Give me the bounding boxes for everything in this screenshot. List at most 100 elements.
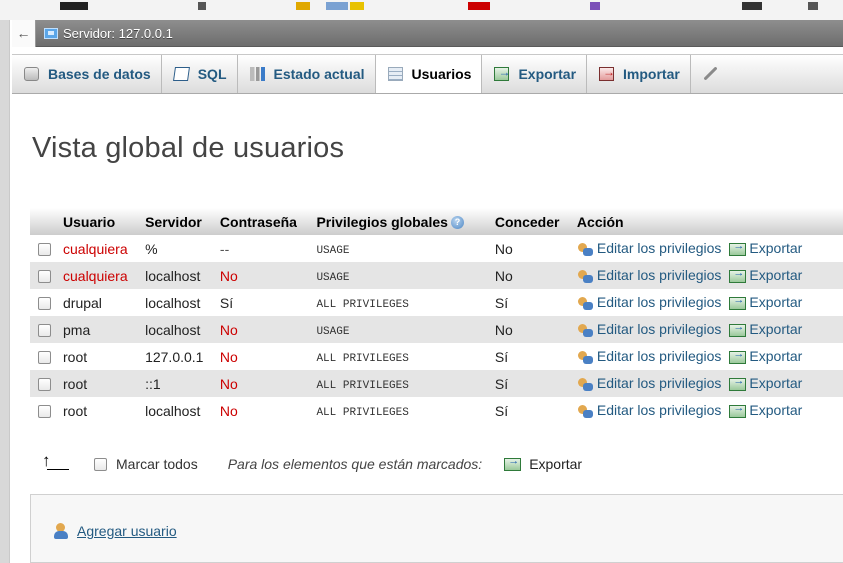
export-icon bbox=[729, 240, 747, 256]
help-icon[interactable]: ? bbox=[450, 216, 464, 230]
row-select-cell bbox=[30, 316, 60, 343]
password-status: Sí bbox=[219, 294, 234, 311]
export-user-link[interactable]: Exportar bbox=[721, 321, 802, 337]
back-arrow-button[interactable]: ← bbox=[12, 19, 36, 47]
password-cell: Sí bbox=[216, 289, 314, 316]
edit-privileges-label: Editar los privilegios bbox=[596, 321, 722, 338]
import-icon bbox=[599, 65, 615, 81]
column-header-label: Privilegios globales bbox=[316, 213, 448, 230]
table-row: cualquiera% -- USAGE No Editar los privilegi… bbox=[30, 235, 843, 262]
user-add-icon bbox=[53, 523, 71, 539]
export-user-link[interactable]: Exportar bbox=[721, 375, 802, 391]
export-user-link[interactable]: Exportar bbox=[721, 348, 802, 364]
bulk-export-button[interactable]: Exportar bbox=[504, 455, 583, 472]
row-checkbox[interactable] bbox=[38, 405, 51, 419]
row-checkbox[interactable] bbox=[38, 324, 51, 338]
user-cell: root bbox=[60, 370, 143, 397]
tab-sql[interactable]: SQL bbox=[162, 55, 238, 93]
column-header-user[interactable]: Usuario bbox=[60, 208, 143, 235]
grant-value: Sí bbox=[494, 348, 509, 365]
user-name: pma bbox=[63, 321, 91, 338]
edit-privileges-label: Editar los privilegios bbox=[596, 348, 722, 365]
export-user-link[interactable]: Exportar bbox=[721, 294, 802, 310]
users-table-body: cualquiera% -- USAGE No Editar los privilegi… bbox=[30, 235, 843, 424]
users-table: Usuario Servidor Contraseña Privilegios … bbox=[30, 208, 843, 424]
action-cell: Editar los privilegios Exportar bbox=[573, 235, 843, 262]
edit-privileges-link[interactable]: Editar los privilegios bbox=[577, 240, 721, 256]
column-header-global-privileges[interactable]: Privilegios globales? bbox=[313, 208, 492, 235]
privileges-cell: ALL PRIVILEGES bbox=[313, 397, 492, 424]
grant-value: No bbox=[494, 240, 513, 257]
row-checkbox[interactable] bbox=[38, 378, 51, 392]
column-header-password[interactable]: Contraseña bbox=[216, 208, 314, 235]
action-cell: Editar los privilegios Exportar bbox=[573, 370, 843, 397]
host-name: localhost bbox=[145, 402, 201, 419]
row-select-cell bbox=[30, 262, 60, 289]
edit-privileges-link[interactable]: Editar los privilegios bbox=[577, 402, 721, 418]
check-all-checkbox[interactable] bbox=[94, 457, 107, 471]
host-cell: % bbox=[142, 235, 217, 262]
tab-export[interactable]: Exportar bbox=[482, 55, 588, 93]
edit-privileges-link[interactable]: Editar los privilegios bbox=[577, 375, 721, 391]
action-cell: Editar los privilegios Exportar bbox=[573, 289, 843, 316]
check-all-label[interactable]: Marcar todos bbox=[116, 456, 198, 472]
tab-label: Bases de datos bbox=[48, 66, 151, 82]
row-select-cell bbox=[30, 370, 60, 397]
grant-value: Sí bbox=[494, 375, 509, 392]
column-header-host[interactable]: Servidor bbox=[142, 208, 217, 235]
privileges-cell: USAGE bbox=[313, 262, 492, 289]
host-name: ::1 bbox=[145, 375, 161, 392]
tab-status[interactable]: Estado actual bbox=[238, 55, 376, 93]
password-cell: -- bbox=[216, 235, 314, 262]
export-user-link[interactable]: Exportar bbox=[721, 267, 802, 283]
host-name: 127.0.0.1 bbox=[145, 348, 204, 365]
desktop-top-strip bbox=[0, 0, 843, 20]
tab-label: Exportar bbox=[518, 66, 577, 82]
export-user-link[interactable]: Exportar bbox=[721, 240, 802, 256]
export-user-label: Exportar bbox=[749, 375, 803, 392]
table-row: pma localhost No USAGE No Editar los privileg… bbox=[30, 316, 843, 343]
edit-privileges-link[interactable]: Editar los privilegios bbox=[577, 267, 721, 284]
server-icon bbox=[44, 27, 58, 39]
tab-settings-truncated[interactable] bbox=[691, 55, 727, 93]
password-cell: No bbox=[216, 343, 314, 370]
row-checkbox[interactable] bbox=[38, 351, 51, 365]
user-name: root bbox=[63, 375, 88, 392]
table-row: root localhost No ALL PRIVILEGES Sí Editar lo… bbox=[30, 397, 843, 424]
password-cell: No bbox=[216, 370, 314, 397]
export-icon bbox=[729, 267, 747, 283]
export-icon bbox=[729, 348, 747, 364]
edit-privileges-link[interactable]: Editar los privilegios bbox=[577, 321, 722, 338]
row-checkbox[interactable] bbox=[38, 297, 51, 311]
tab-import[interactable]: Importar bbox=[587, 55, 691, 93]
row-select-cell bbox=[30, 235, 60, 262]
row-checkbox[interactable] bbox=[38, 243, 51, 257]
host-cell: localhost bbox=[142, 262, 217, 289]
user-name: root bbox=[63, 402, 88, 419]
tab-databases[interactable]: Bases de datos bbox=[12, 55, 162, 93]
edit-user-icon bbox=[577, 269, 594, 284]
with-selected-label: Para los elementos que están marcados: bbox=[227, 456, 483, 472]
edit-privileges-link[interactable]: Editar los privilegios bbox=[577, 348, 722, 365]
column-header-grant[interactable]: Conceder bbox=[491, 208, 574, 235]
privileges-value: ALL PRIVILEGES bbox=[316, 299, 409, 311]
privileges-cell: USAGE bbox=[313, 316, 492, 343]
edit-privileges-link[interactable]: Editar los privilegios bbox=[577, 294, 721, 310]
tab-users[interactable]: Usuarios bbox=[375, 55, 483, 93]
privileges-cell: USAGE bbox=[313, 235, 492, 262]
export-user-label: Exportar bbox=[749, 294, 803, 311]
row-checkbox[interactable] bbox=[38, 270, 51, 284]
privileges-value: ALL PRIVILEGES bbox=[316, 380, 409, 392]
user-cell: drupal bbox=[60, 289, 143, 316]
export-user-link[interactable]: Exportar bbox=[721, 402, 802, 418]
export-icon bbox=[494, 65, 510, 81]
grant-value: No bbox=[494, 321, 513, 338]
host-name: localhost bbox=[145, 321, 201, 338]
add-user-label: Agregar usuario bbox=[77, 523, 177, 539]
password-status: No bbox=[219, 267, 238, 284]
server-breadcrumb[interactable]: Servidor: 127.0.0.1 bbox=[63, 26, 173, 41]
row-select-cell bbox=[30, 397, 60, 424]
user-cell: root bbox=[60, 343, 143, 370]
add-user-link[interactable]: Agregar usuario bbox=[53, 523, 177, 539]
bulk-export-label: Exportar bbox=[529, 456, 583, 472]
